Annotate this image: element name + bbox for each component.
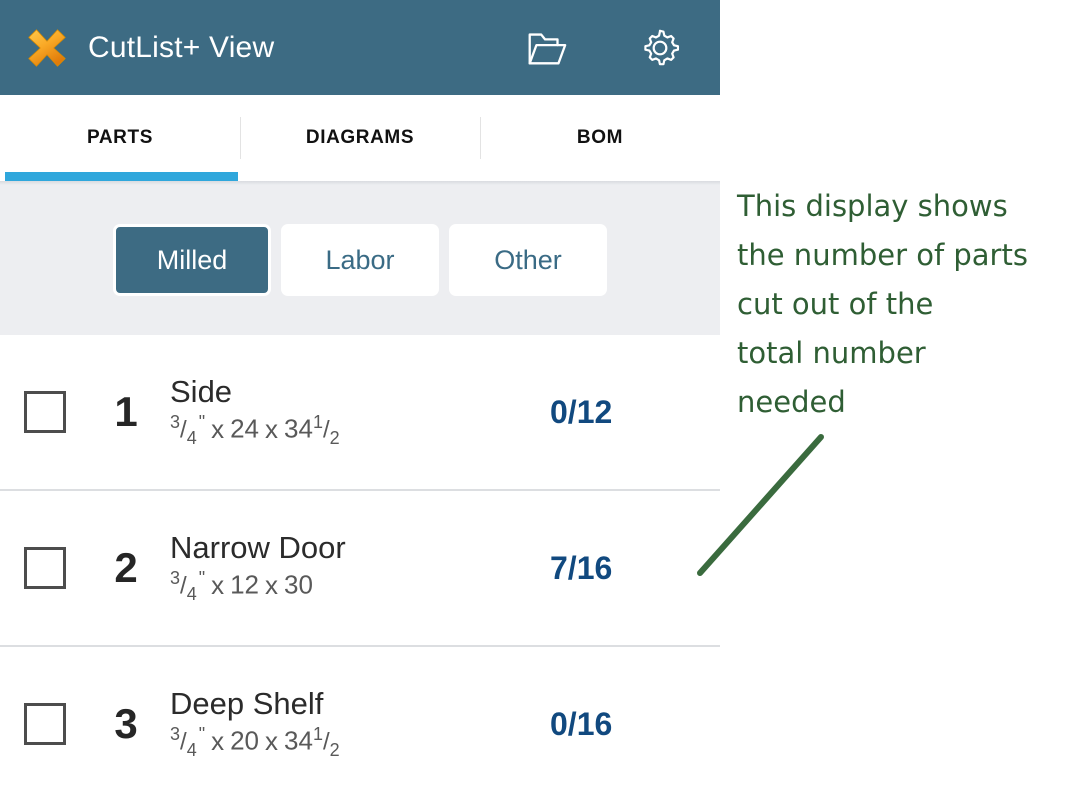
part-name: Side [170,373,233,409]
active-tab-indicator [5,172,238,181]
status-badge: 0/16 [550,705,613,742]
row-checkbox[interactable] [24,703,66,745]
inch-mark: " [198,412,206,433]
part-dimensions: 3/4" x 12 x 30 [170,568,550,605]
length-denominator: 2 [329,427,340,448]
folder-open-icon[interactable] [523,25,569,71]
filter-button-other-label: Other [494,244,562,275]
length-numerator: 1 [312,724,323,745]
part-length-whole: 30 [284,569,313,600]
length-denominator: 2 [329,739,340,760]
length-slash: / [322,728,330,756]
filter-button-milled[interactable]: Milled [113,224,271,296]
part-length-whole: 34 [284,725,313,756]
table-row[interactable]: 3 Deep Shelf 3/4" x 20 x 341/2 0/16 [0,647,720,793]
dimension-separator: x [265,413,279,444]
row-index: 1 [114,388,138,435]
tab-parts-label: PARTS [87,127,153,148]
dimension-separator: x [211,413,225,444]
tab-bom-label: BOM [576,127,624,148]
filter-button-milled-label: Milled [156,244,228,275]
table-row[interactable]: 2 Narrow Door 3/4" x 12 x 30 7/16 [0,491,720,647]
filter-button-other[interactable]: Other [449,224,607,296]
app-window: CutList+ View PARTS DIAGRAMS BOM Milled … [0,0,720,793]
tab-parts[interactable]: PARTS [0,95,240,181]
status-badge: 7/16 [550,549,613,586]
dimension-separator: x [211,725,225,756]
gear-icon[interactable] [637,25,683,71]
thickness-numerator: 3 [170,412,181,433]
dimension-separator: x [265,725,279,756]
annotation-line: total number [737,336,926,370]
tab-bar: PARTS DIAGRAMS BOM [0,95,720,181]
part-width: 24 [230,413,260,444]
row-info: Side 3/4" x 24 x 341/2 [170,373,550,450]
thickness-slash: / [180,728,187,756]
part-dimensions: 3/4" x 20 x 341/2 [170,724,550,761]
part-width: 20 [230,725,260,756]
part-length-whole: 34 [284,413,313,444]
dimension-separator: x [265,569,279,600]
app-header: CutList+ View [0,0,720,95]
row-index: 2 [114,544,138,591]
part-width: 12 [230,569,260,600]
inch-mark: " [198,724,206,745]
thickness-slash: / [180,572,187,600]
thickness-denominator: 4 [186,739,197,760]
table-row[interactable]: 1 Side 3/4" x 24 x 341/2 0/12 [0,335,720,491]
part-name: Narrow Door [170,529,346,565]
annotation-line: cut out of the [737,287,934,321]
part-dimensions: 3/4" x 24 x 341/2 [170,412,550,449]
thickness-numerator: 3 [170,724,181,745]
filter-button-labor-label: Labor [325,244,395,275]
orange-x-logo-icon [24,25,70,71]
tab-diagrams[interactable]: DIAGRAMS [240,95,480,181]
status-badge: 0/12 [550,393,613,430]
row-info: Deep Shelf 3/4" x 20 x 341/2 [170,685,550,762]
thickness-slash: / [180,416,187,444]
thickness-denominator: 4 [186,427,197,448]
thickness-numerator: 3 [170,568,181,589]
parts-list: 1 Side 3/4" x 24 x 341/2 0/12 2 Narrow Door … [0,335,720,793]
annotation-line: This display shows [737,189,1008,223]
row-checkbox[interactable] [24,391,66,433]
filter-bar: Milled Labor Other [0,185,720,335]
filter-button-labor[interactable]: Labor [281,224,439,296]
part-name: Deep Shelf [170,685,324,721]
tab-diagrams-label: DIAGRAMS [305,127,415,148]
row-info: Narrow Door 3/4" x 12 x 30 [170,529,550,606]
app-title: CutList+ View [88,30,275,64]
row-index: 3 [114,700,138,747]
inch-mark: " [198,568,206,589]
annotation-line: needed [737,385,846,419]
thickness-denominator: 4 [186,583,197,604]
length-slash: / [322,416,330,444]
annotation-line: the number of parts [737,238,1028,272]
tab-bom[interactable]: BOM [480,95,720,181]
length-numerator: 1 [312,412,323,433]
annotation-text: This display shows the number of parts c… [737,182,1073,427]
dimension-separator: x [211,569,225,600]
row-checkbox[interactable] [24,547,66,589]
